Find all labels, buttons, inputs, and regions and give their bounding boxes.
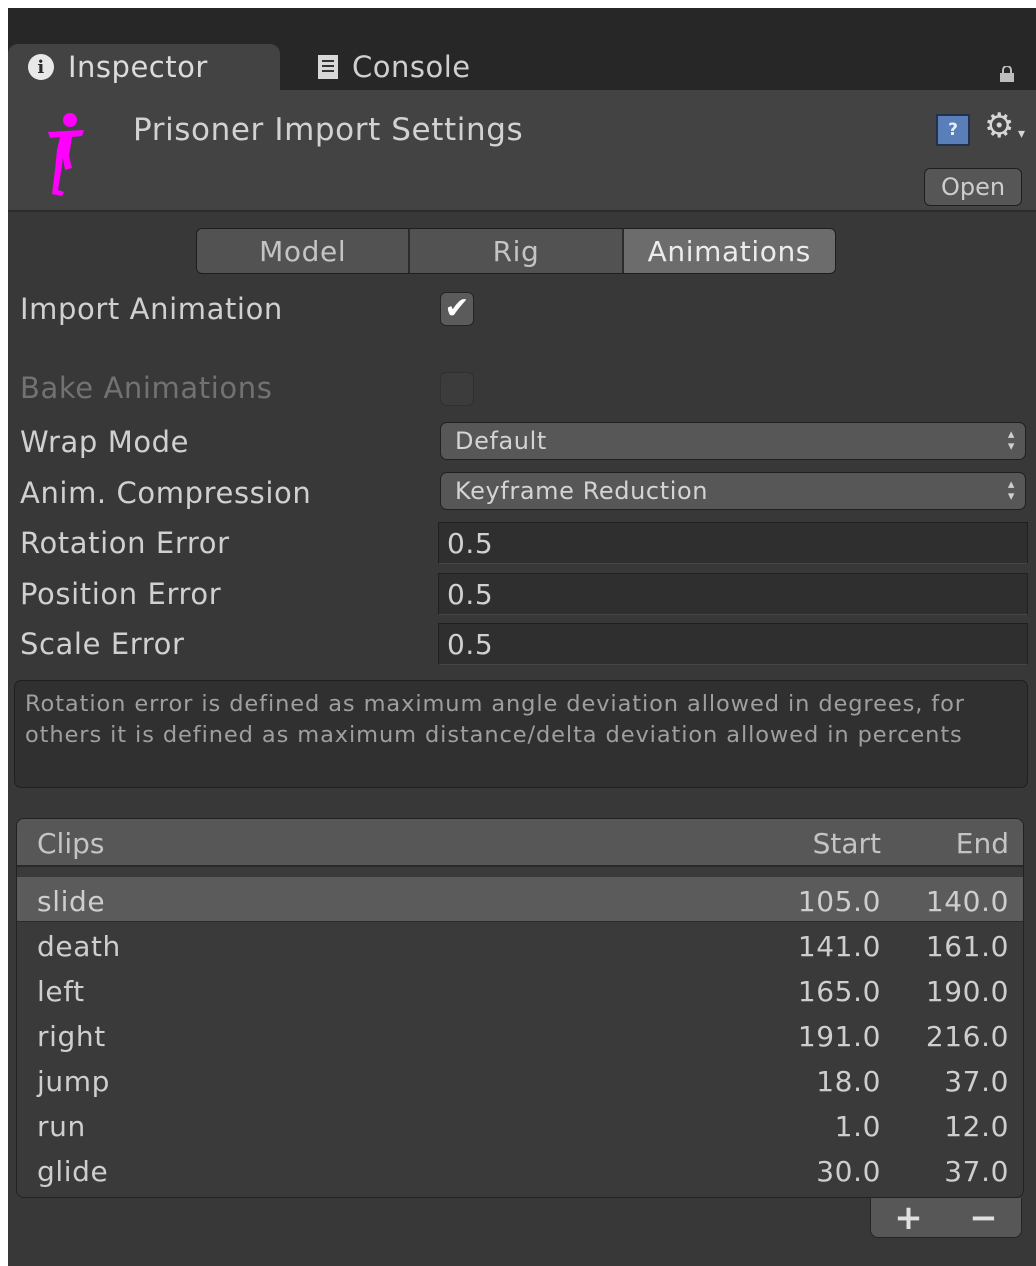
- clips-footer: + −: [870, 1198, 1022, 1238]
- clips-header: Clips Start End: [17, 819, 1023, 867]
- humanoid-asset-icon: [48, 113, 84, 196]
- clip-name: left: [37, 975, 85, 1008]
- clip-end: 140.0: [925, 885, 1009, 918]
- remove-clip-button[interactable]: −: [946, 1198, 1021, 1237]
- clips-list: Clips Start End slide 105.0 140.0 death …: [16, 818, 1024, 1198]
- scale-error-label: Scale Error: [20, 627, 185, 661]
- clip-name: right: [37, 1020, 106, 1053]
- open-button[interactable]: Open: [924, 168, 1022, 206]
- clip-row[interactable]: run 1.0 12.0: [17, 1102, 1023, 1147]
- anim-compression-label: Anim. Compression: [20, 476, 312, 510]
- rotation-error-label: Rotation Error: [20, 526, 230, 560]
- clip-end: 190.0: [925, 975, 1009, 1008]
- tab-console-label: Console: [352, 50, 471, 84]
- import-section-tabs: Model Rig Animations: [196, 228, 836, 274]
- clip-end: 37.0: [944, 1155, 1009, 1188]
- clip-end: 161.0: [925, 930, 1009, 963]
- clip-row[interactable]: glide 30.0 37.0: [17, 1147, 1023, 1192]
- clip-end: 12.0: [944, 1110, 1009, 1143]
- help-box: Rotation error is defined as maximum ang…: [14, 680, 1028, 788]
- position-error-field[interactable]: 0.5: [438, 573, 1028, 615]
- wrap-mode-dropdown[interactable]: Default ▴ ▾: [440, 422, 1026, 460]
- clip-row[interactable]: death 141.0 161.0: [17, 922, 1023, 967]
- clip-start: 105.0: [797, 885, 881, 918]
- wrap-mode-label: Wrap Mode: [20, 425, 190, 459]
- clip-end: 37.0: [944, 1065, 1009, 1098]
- asset-title: Prisoner Import Settings: [133, 112, 524, 148]
- help-icon[interactable]: ?: [936, 114, 970, 146]
- clips-column-start: Start: [812, 827, 881, 860]
- tab-rig[interactable]: Rig: [408, 229, 622, 273]
- clip-name: death: [37, 930, 121, 963]
- console-doc-icon: [318, 55, 338, 79]
- wrap-mode-value: Default: [455, 427, 547, 455]
- dropdown-arrows-icon: ▴ ▾: [1007, 427, 1015, 454]
- clip-start: 1.0: [834, 1110, 881, 1143]
- clip-row[interactable]: slide 105.0 140.0: [17, 877, 1023, 922]
- clip-name: glide: [37, 1155, 109, 1188]
- clip-row[interactable]: left 165.0 190.0: [17, 967, 1023, 1012]
- clip-name: jump: [37, 1065, 110, 1098]
- asset-header: Prisoner Import Settings ? ⚙ ▾ Open: [8, 90, 1036, 212]
- clip-row[interactable]: right 191.0 216.0: [17, 1012, 1023, 1057]
- clip-start: 141.0: [797, 930, 881, 963]
- clip-start: 30.0: [816, 1155, 881, 1188]
- add-clip-button[interactable]: +: [871, 1198, 946, 1237]
- clip-start: 165.0: [797, 975, 881, 1008]
- import-animation-checkbox[interactable]: ✔: [440, 292, 474, 326]
- tab-inspector[interactable]: i Inspector: [8, 44, 280, 90]
- gear-caret-icon: ▾: [1018, 126, 1026, 142]
- tab-model[interactable]: Model: [197, 229, 409, 273]
- clip-row[interactable]: jump 18.0 37.0: [17, 1057, 1023, 1102]
- rotation-error-field[interactable]: 0.5: [438, 522, 1028, 564]
- clip-name: slide: [37, 885, 106, 918]
- scale-error-field[interactable]: 0.5: [438, 623, 1028, 665]
- clips-column-end: End: [955, 827, 1009, 860]
- anim-compression-value: Keyframe Reduction: [455, 477, 709, 505]
- window-tab-strip: i Inspector Console: [8, 8, 1036, 90]
- clip-name: run: [37, 1110, 86, 1143]
- tab-console[interactable]: Console: [300, 44, 540, 90]
- import-animation-label: Import Animation: [20, 292, 283, 326]
- clips-column-name: Clips: [37, 827, 105, 860]
- gear-icon[interactable]: ⚙: [984, 106, 1014, 146]
- lock-icon[interactable]: [998, 66, 1016, 82]
- bake-animations-label: Bake Animations: [20, 371, 273, 405]
- bake-animations-checkbox: [440, 372, 474, 406]
- dropdown-arrows-icon: ▴ ▾: [1007, 477, 1015, 504]
- tab-animations[interactable]: Animations: [621, 229, 835, 273]
- clip-start: 18.0: [816, 1065, 881, 1098]
- tab-inspector-label: Inspector: [68, 50, 208, 84]
- position-error-label: Position Error: [20, 577, 222, 611]
- info-icon: i: [28, 54, 54, 80]
- anim-compression-dropdown[interactable]: Keyframe Reduction ▴ ▾: [440, 472, 1026, 510]
- clip-end: 216.0: [925, 1020, 1009, 1053]
- inspector-window: i Inspector Console Prisoner Import Sett…: [8, 8, 1036, 1266]
- clip-start: 191.0: [797, 1020, 881, 1053]
